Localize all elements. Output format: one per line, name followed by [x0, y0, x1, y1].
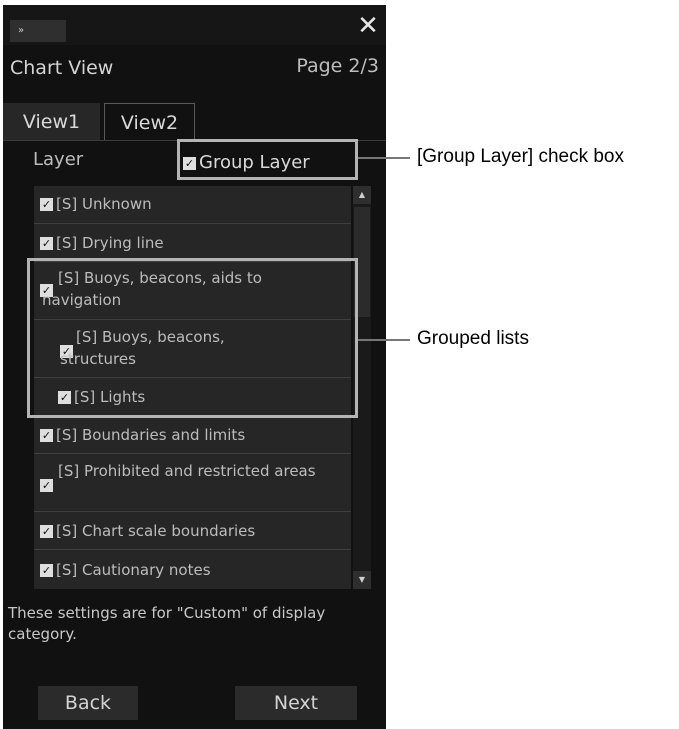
- tab-view1[interactable]: View1: [3, 103, 100, 140]
- layer-row-drying-line[interactable]: ✓ [S] Drying line: [34, 224, 351, 262]
- layer-row-prohibited-areas[interactable]: ✓ [S] Prohibited and restricted areas: [34, 454, 351, 512]
- collapse-panel-button[interactable]: »: [10, 20, 66, 42]
- layer-label: [S] Cautionary notes: [56, 561, 211, 579]
- callout-leader-line: [358, 339, 410, 341]
- panel-topbar: » ✕: [3, 5, 386, 45]
- scroll-down-arrow-icon[interactable]: ▼: [353, 571, 371, 589]
- layer-row-cautionary-notes[interactable]: ✓ [S] Cautionary notes: [34, 550, 351, 589]
- checkbox-checked-icon: ✓: [40, 564, 53, 577]
- layer-row-unknown[interactable]: ✓ [S] Unknown: [34, 186, 351, 224]
- grouped-lists-callout-label: Grouped lists: [417, 328, 529, 349]
- group-layer-highlight-box: [177, 139, 358, 180]
- page-indicator: Page 2/3: [296, 55, 379, 77]
- next-button[interactable]: Next: [235, 686, 357, 720]
- layer-label: Layer: [33, 149, 84, 170]
- layer-row-boundaries-limits[interactable]: ✓ [S] Boundaries and limits: [34, 416, 351, 454]
- checkbox-checked-icon: ✓: [40, 237, 53, 250]
- layer-label: [S] Boundaries and limits: [56, 426, 246, 444]
- double-chevron-right-icon: »: [18, 25, 24, 36]
- checkbox-checked-icon: ✓: [40, 198, 53, 211]
- settings-note: These settings are for "Custom" of displ…: [8, 604, 326, 643]
- checkbox-checked-icon: ✓: [40, 525, 53, 538]
- back-button[interactable]: Back: [38, 686, 138, 720]
- scroll-up-arrow-icon[interactable]: ▲: [353, 186, 371, 204]
- layer-label: [S] Drying line: [56, 234, 164, 252]
- panel-title: Chart View: [10, 57, 114, 79]
- layer-row-chart-scale-boundaries[interactable]: ✓ [S] Chart scale boundaries: [34, 512, 351, 550]
- layer-label: [S] Unknown: [56, 195, 152, 213]
- callout-leader-line: [358, 157, 410, 159]
- checkbox-checked-icon: ✓: [40, 429, 53, 442]
- layer-label: [S] Chart scale boundaries: [56, 522, 256, 540]
- grouped-lists-highlight-box: [27, 258, 358, 418]
- tab-view2[interactable]: View2: [104, 103, 195, 140]
- group-layer-callout-label: [Group Layer] check box: [417, 146, 624, 167]
- close-icon[interactable]: ✕: [355, 11, 381, 41]
- layer-label: [S] Prohibited and restricted areas: [58, 462, 316, 480]
